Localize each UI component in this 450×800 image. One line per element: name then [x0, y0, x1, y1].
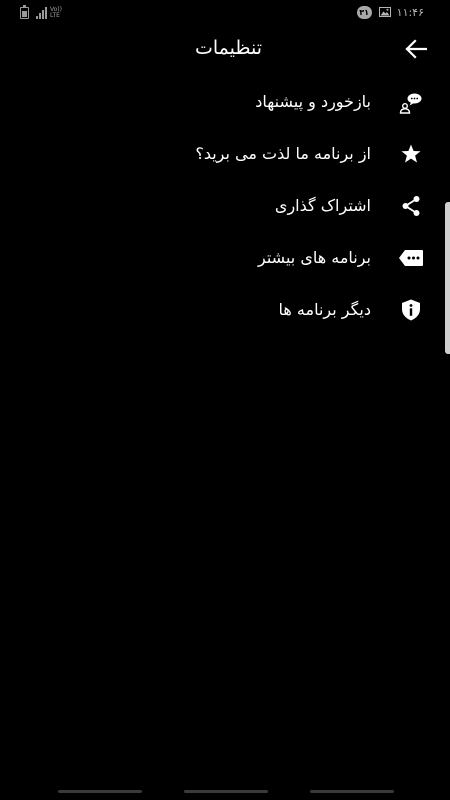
info-shield-icon: [398, 298, 424, 322]
gallery-icon: [378, 7, 391, 17]
status-left-group: Vo)) LTE: [20, 5, 62, 19]
nav-hint-left: [58, 790, 142, 793]
menu-item-other-apps[interactable]: دیگر برنامه ها: [0, 284, 450, 336]
menu-item-rate-app[interactable]: از برنامه ما لذت می برید؟: [0, 128, 450, 180]
page-title: تنظیمات: [194, 37, 262, 59]
nav-hint-right: [310, 790, 394, 793]
settings-menu-list: بازخورد و پیشنهاد از برنامه ما لذت می بر…: [0, 76, 450, 336]
navigation-gesture-bar: [0, 790, 450, 794]
status-right-group: ۳۱ ۱۱:۴۶: [356, 5, 424, 19]
feedback-chat-icon: [398, 90, 424, 114]
menu-item-label: برنامه های بیشتر: [258, 248, 371, 267]
scrollbar[interactable]: [445, 202, 450, 354]
menu-item-more-apps[interactable]: برنامه های بیشتر: [0, 232, 450, 284]
menu-item-label: دیگر برنامه ها: [278, 300, 371, 319]
nav-hint-center: [184, 790, 268, 793]
status-clock: ۱۱:۴۶: [396, 5, 424, 19]
menu-item-label: از برنامه ما لذت می برید؟: [195, 144, 371, 163]
menu-item-label: بازخورد و پیشنهاد: [255, 92, 371, 111]
menu-item-share[interactable]: اشتراک گذاری: [0, 180, 450, 232]
notification-badge-icon: ۳۱: [356, 5, 372, 19]
menu-item-feedback[interactable]: بازخورد و پیشنهاد: [0, 76, 450, 128]
more-apps-tag-icon: [398, 246, 424, 270]
signal-icon: [36, 7, 48, 19]
menu-item-label: اشتراک گذاری: [274, 196, 371, 215]
share-icon: [398, 194, 424, 218]
volte-lte-icon: Vo)) LTE: [50, 7, 62, 19]
star-icon: [398, 142, 424, 166]
back-button[interactable]: [403, 36, 429, 62]
toolbar: تنظیمات: [0, 24, 450, 74]
status-bar: Vo)) LTE ۳۱ ۱۱:۴۶: [0, 0, 450, 24]
network-bottom-text: LTE: [50, 12, 60, 19]
battery-icon: [20, 5, 29, 19]
arrow-back-icon: [405, 39, 427, 59]
